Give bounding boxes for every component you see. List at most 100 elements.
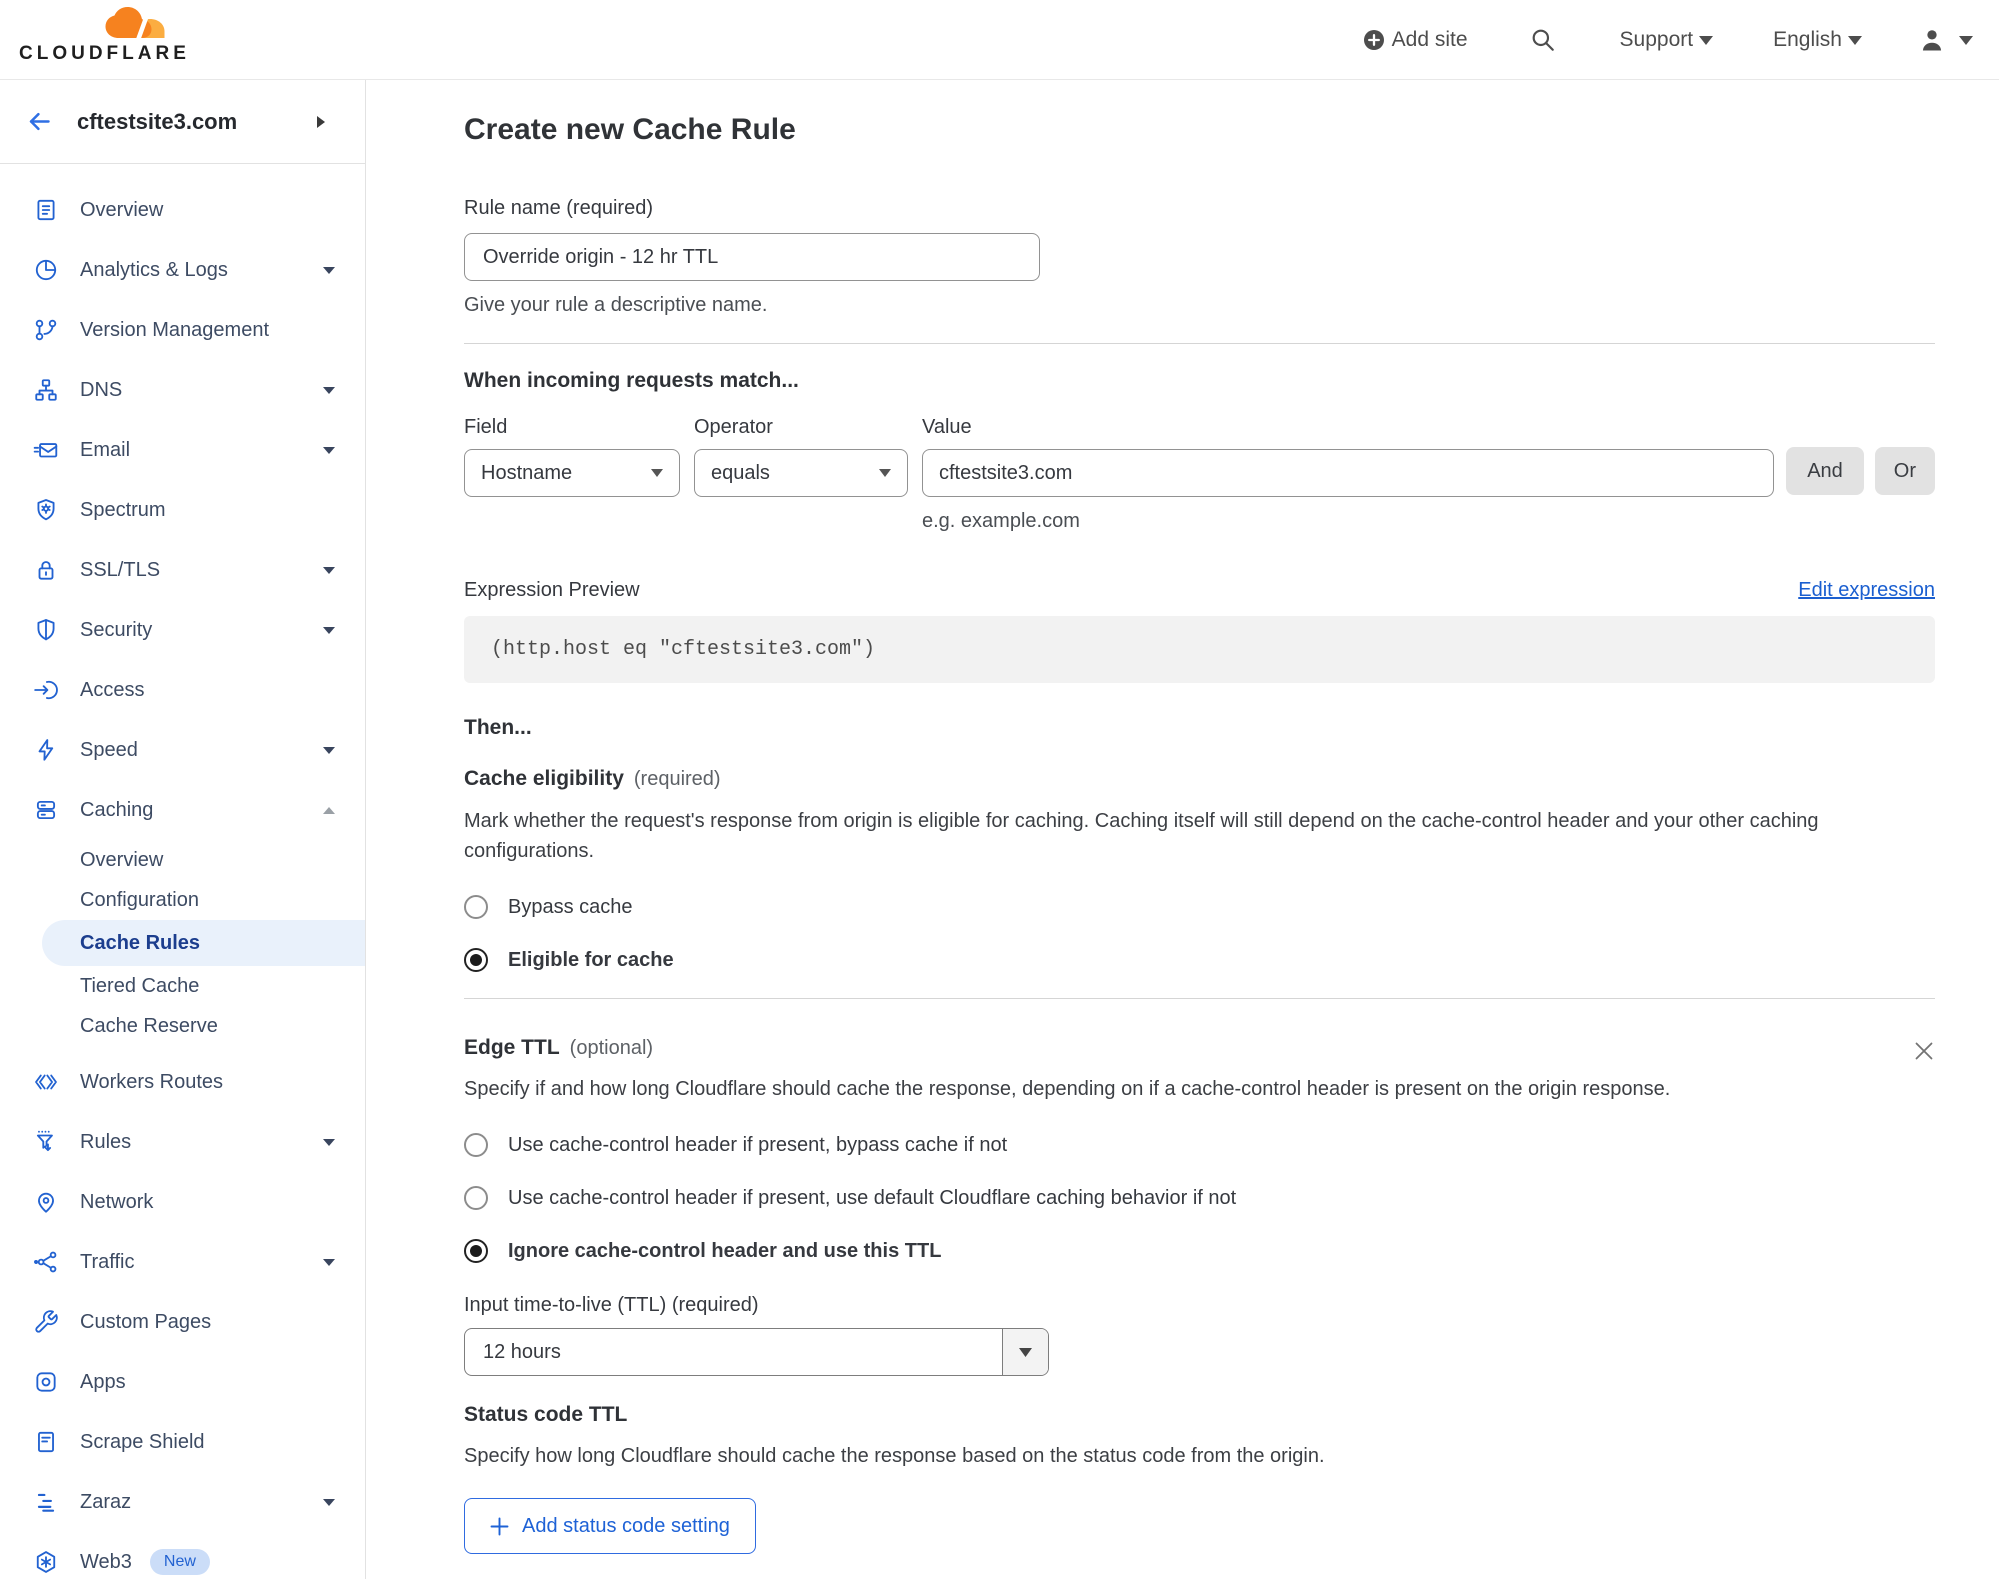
document-icon (33, 1429, 59, 1455)
pie-chart-icon (33, 257, 59, 283)
status-code-ttl-heading: Status code TTL (464, 1403, 1935, 1427)
radio-bypass-cache[interactable]: Bypass cache (464, 895, 1935, 919)
cloudflare-logo[interactable]: CLOUDFLARE (19, 7, 171, 65)
sitemap-icon (33, 377, 59, 403)
sidebar-item-overview[interactable]: Overview (0, 180, 365, 240)
edge-ttl-heading: Edge TTL (464, 1036, 560, 1060)
git-branch-icon (33, 317, 59, 343)
rule-name-input[interactable] (464, 233, 1040, 281)
code-brackets-icon (33, 1069, 59, 1095)
sidebar-item-network[interactable]: Network (0, 1172, 365, 1232)
back-arrow-icon[interactable] (26, 108, 53, 135)
search-button[interactable] (1530, 27, 1556, 53)
sidebar-item-ssl-tls[interactable]: SSL/TLS (0, 540, 365, 600)
sidebar-item-zaraz[interactable]: Zaraz (0, 1472, 365, 1532)
add-site-button[interactable]: Add site (1362, 28, 1474, 52)
ttl-select[interactable]: 12 hours (464, 1328, 1049, 1376)
sidebar-item-cache-reserve[interactable]: Cache Reserve (0, 1006, 365, 1046)
sidebar-item-access[interactable]: Access (0, 660, 365, 720)
sidebar-item-custom-pages[interactable]: Custom Pages (0, 1292, 365, 1352)
sidebar-item-web3[interactable]: Web3 New (0, 1532, 365, 1592)
caret-right-icon (317, 116, 325, 128)
expression-preview-label: Expression Preview (464, 579, 640, 602)
chevron-down-icon (1959, 36, 1973, 45)
expression-code: (http.host eq "cftestsite3.com") (491, 638, 875, 661)
edge-ttl-description: Specify if and how long Cloudflare shoul… (464, 1074, 1724, 1104)
sidebar-item-dns[interactable]: DNS (0, 360, 365, 420)
sidebar-item-traffic[interactable]: Traffic (0, 1232, 365, 1292)
sidebar-item-caching[interactable]: Caching (0, 780, 365, 840)
sidebar-item-speed[interactable]: Speed (0, 720, 365, 780)
radio-selected-icon[interactable] (464, 1239, 488, 1263)
select-arrow-button[interactable] (1002, 1329, 1048, 1375)
chevron-down-icon (879, 469, 891, 477)
add-circle-icon (1362, 28, 1386, 52)
account-menu[interactable] (1918, 26, 1973, 54)
sidebar-item-version-management[interactable]: Version Management (0, 300, 365, 360)
match-value-input[interactable] (922, 449, 1774, 497)
chevron-down-icon (323, 447, 335, 454)
sidebar-nav: Overview Analytics & Logs Version Manage… (0, 164, 365, 1592)
top-bar: CLOUDFLARE Add site Support English (0, 0, 1999, 80)
sidebar-item-scrape-shield[interactable]: Scrape Shield (0, 1412, 365, 1472)
radio-selected-icon[interactable] (464, 948, 488, 972)
language-menu[interactable]: English (1767, 28, 1862, 52)
value-help: e.g. example.com (922, 510, 1774, 533)
sidebar-item-caching-overview[interactable]: Overview (0, 840, 365, 880)
match-builder: Field Hostname Operator equals Value e.g… (464, 416, 1935, 533)
sidebar-item-spectrum[interactable]: Spectrum (0, 480, 365, 540)
field-select[interactable]: Hostname (464, 449, 680, 497)
sidebar-item-cache-rules[interactable]: Cache Rules (42, 920, 365, 966)
sidebar-item-email[interactable]: Email (0, 420, 365, 480)
operator-select[interactable]: equals (694, 449, 908, 497)
sidebar-item-caching-configuration[interactable]: Configuration (0, 880, 365, 920)
support-menu[interactable]: Support (1614, 28, 1714, 52)
sidebar-item-security[interactable]: Security (0, 600, 365, 660)
app-icon (33, 1369, 59, 1395)
chevron-up-icon (323, 807, 335, 814)
add-status-code-button[interactable]: Add status code setting (464, 1498, 756, 1554)
site-selector[interactable]: cftestsite3.com (0, 80, 365, 164)
add-site-label: Add site (1392, 28, 1468, 52)
chevron-down-icon (651, 469, 663, 477)
radio-eligible-for-cache[interactable]: Eligible for cache (464, 948, 1935, 972)
chevron-down-icon (323, 1139, 335, 1146)
cache-eligibility-qualifier: (required) (634, 768, 721, 791)
rule-name-help: Give your rule a descriptive name. (464, 294, 1935, 317)
user-icon (1918, 26, 1946, 54)
sidebar-item-rules[interactable]: Rules (0, 1112, 365, 1172)
chevron-down-icon (1699, 36, 1713, 45)
cache-eligibility-description: Mark whether the request's response from… (464, 806, 1935, 866)
radio-use-header-default[interactable]: Use cache-control header if present, use… (464, 1186, 1935, 1210)
and-button[interactable]: And (1786, 447, 1864, 495)
match-heading: When incoming requests match... (464, 369, 1935, 393)
wrench-icon (33, 1309, 59, 1335)
close-icon[interactable] (1913, 1040, 1935, 1062)
radio-icon[interactable] (464, 1186, 488, 1210)
chevron-down-icon (323, 747, 335, 754)
radio-ignore-header-use-ttl[interactable]: Ignore cache-control header and use this… (464, 1239, 1935, 1263)
edit-expression-link[interactable]: Edit expression (1798, 579, 1935, 602)
plus-icon (490, 1517, 509, 1536)
status-code-ttl-description: Specify how long Cloudflare should cache… (464, 1441, 1935, 1471)
divider (464, 343, 1935, 344)
radio-use-header-bypass[interactable]: Use cache-control header if present, byp… (464, 1133, 1935, 1157)
divider (464, 998, 1935, 999)
chevron-down-icon (1019, 1348, 1032, 1357)
site-name: cftestsite3.com (77, 109, 237, 135)
envelope-icon (33, 437, 59, 463)
or-button[interactable]: Or (1875, 447, 1935, 495)
ttl-input-label: Input time-to-live (TTL) (required) (464, 1294, 1935, 1317)
radio-icon[interactable] (464, 1133, 488, 1157)
sidebar-item-tiered-cache[interactable]: Tiered Cache (0, 966, 365, 1006)
server-stack-icon (33, 797, 59, 823)
top-bar-actions: Add site Support English (1362, 0, 1973, 80)
sidebar-item-analytics-logs[interactable]: Analytics & Logs (0, 240, 365, 300)
search-icon (1530, 27, 1556, 53)
sidebar-item-apps[interactable]: Apps (0, 1352, 365, 1412)
expression-preview-block: (http.host eq "cftestsite3.com") (464, 616, 1935, 683)
sidebar-item-workers-routes[interactable]: Workers Routes (0, 1052, 365, 1112)
share-network-icon (33, 1249, 59, 1275)
radio-icon[interactable] (464, 895, 488, 919)
chevron-down-icon (323, 1259, 335, 1266)
